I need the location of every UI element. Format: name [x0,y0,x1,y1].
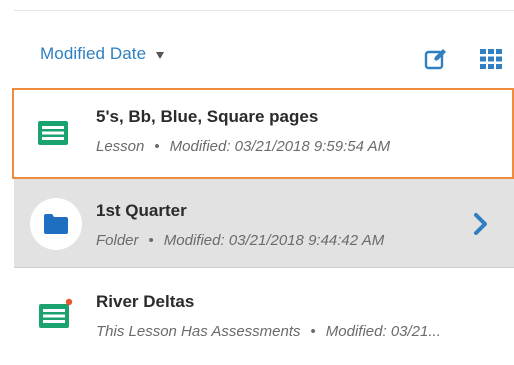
item-modified: Modified: 03/21/2018 9:59:54 AM [169,138,391,155]
item-meta: Folder • Modified: 03/21/2018 9:44:42 AM [96,232,456,249]
list-item-folder[interactable]: 1st Quarter Folder • Modified: 03/21/2018 … [14,179,514,268]
grid-view-icon [480,49,502,69]
item-title: 5's, Bb, Blue, Square pages [96,107,319,126]
meta-separator: • [154,138,160,155]
sort-label: Modified Date [40,44,147,63]
file-browser-panel: Modified Date 5's, Bb, Blue, Square page… [0,0,514,365]
dot-badge-icon [65,298,73,306]
item-title: 1st Quarter [96,201,187,220]
caret-down-icon [156,51,165,59]
folder-avatar [30,198,82,250]
item-modified: Modified: 03/21/2018 9:44:42 AM [163,232,385,249]
item-type: Folder [96,232,139,249]
sort-dropdown[interactable]: Modified Date [40,44,165,64]
item-meta: This Lesson Has Assessments • Modified: 03… [96,323,506,340]
item-type: Lesson [96,138,145,155]
chevron-right-icon[interactable] [470,212,490,236]
folder-icon [44,214,68,234]
grid-view-button[interactable] [478,46,504,72]
toolbar: Modified Date [0,11,514,85]
list-item-lesson[interactable]: River Deltas This Lesson Has Assessments… [14,270,514,365]
lesson-icon [39,304,69,328]
meta-separator: • [310,323,316,340]
lesson-icon [38,121,68,145]
item-title: River Deltas [96,292,195,311]
edit-icon [424,49,446,70]
list-item-lesson-selected[interactable]: 5's, Bb, Blue, Square pages Lesson • Modif… [12,88,514,179]
item-modified: Modified: 03/21... [325,323,441,340]
meta-separator: • [148,232,154,249]
item-meta: Lesson • Modified: 03/21/2018 9:59:54 AM [96,138,496,155]
item-type: This Lesson Has Assessments [96,323,301,340]
edit-button[interactable] [423,46,449,72]
